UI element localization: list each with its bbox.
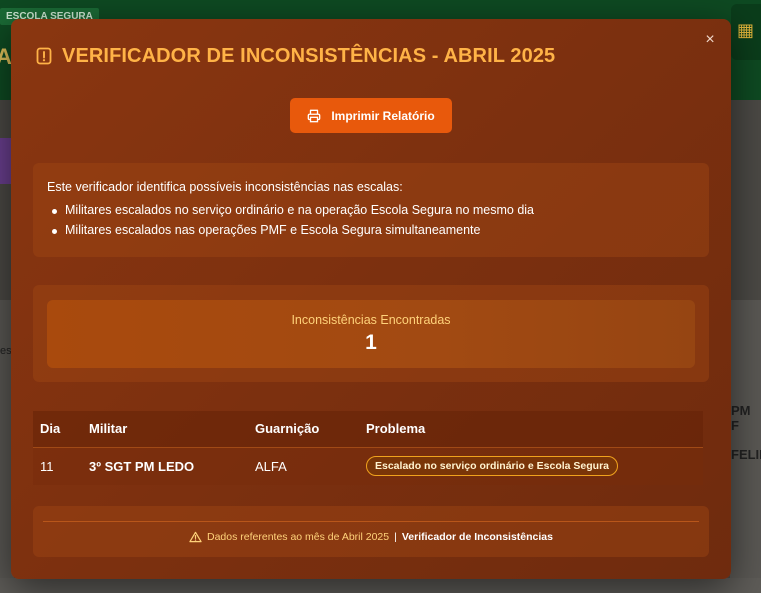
table-header-row: Dia Militar Guarnição Problema — [33, 411, 703, 447]
footer-text: Dados referentes ao mês de Abril 2025 | … — [33, 531, 709, 543]
bg-text-left: es — [0, 345, 12, 357]
cell-militar: 3º SGT PM LEDO — [89, 458, 195, 474]
column-header-problema: Problema — [366, 421, 426, 437]
column-header-guarnicao: Guarnição — [255, 421, 320, 437]
warning-triangle-icon — [189, 531, 202, 543]
bg-bottom-bar — [0, 578, 761, 593]
table-row: 11 3º SGT PM LEDO ALFA Escalado no servi… — [33, 447, 703, 485]
inconsistency-table: Dia Militar Guarnição Problema 11 3º SGT… — [33, 411, 703, 485]
inconsistency-modal: VERIFICADOR DE INCONSISTÊNCIAS - ABRIL 2… — [11, 19, 731, 579]
bg-text-right-1: PM F — [731, 403, 751, 433]
printer-icon — [307, 109, 321, 122]
footer-date-text: Dados referentes ao mês de Abril 2025 — [207, 531, 390, 543]
footer: Dados referentes ao mês de Abril 2025 | … — [33, 506, 709, 557]
info-list-item: Militares escalados no serviço ordinário… — [47, 203, 695, 217]
calendar-icon: ▦ — [737, 20, 755, 40]
count-label: Inconsistências Encontradas — [291, 313, 451, 327]
inconsistency-count-card: Inconsistências Encontradas 1 — [47, 300, 695, 368]
column-header-militar: Militar — [89, 421, 128, 437]
problem-badge: Escalado no serviço ordinário e Escola S… — [366, 456, 619, 477]
info-list: Militares escalados no serviço ordinário… — [47, 203, 695, 237]
modal-header: VERIFICADOR DE INCONSISTÊNCIAS - ABRIL 2… — [36, 44, 555, 68]
footer-separator: | — [394, 531, 397, 543]
column-header-dia: Dia — [40, 421, 61, 437]
print-report-label: Imprimir Relatório — [331, 108, 435, 123]
bg-text-right-2: FELIP — [731, 447, 761, 462]
summary-section: Inconsistências Encontradas 1 — [33, 285, 709, 382]
bg-panel-right — [730, 300, 761, 580]
alert-square-icon — [36, 47, 52, 65]
calendar-button[interactable]: ▦ — [731, 4, 761, 60]
footer-app-name: Verificador de Inconsistências — [401, 531, 553, 543]
print-report-button[interactable]: Imprimir Relatório — [290, 98, 452, 133]
modal-title: VERIFICADOR DE INCONSISTÊNCIAS - ABRIL 2… — [62, 44, 556, 67]
info-box: Este verificador identifica possíveis in… — [33, 163, 709, 257]
cell-guarnicao: ALFA — [255, 458, 287, 474]
footer-divider — [43, 521, 699, 522]
info-list-item: Militares escalados nas operações PMF e … — [47, 223, 695, 237]
count-value: 1 — [365, 331, 377, 354]
cell-dia: 11 — [40, 458, 54, 474]
cell-problema: Escalado no serviço ordinário e Escola S… — [359, 447, 703, 485]
close-button[interactable]: × — [701, 31, 719, 49]
info-intro: Este verificador identifica possíveis in… — [47, 180, 403, 194]
